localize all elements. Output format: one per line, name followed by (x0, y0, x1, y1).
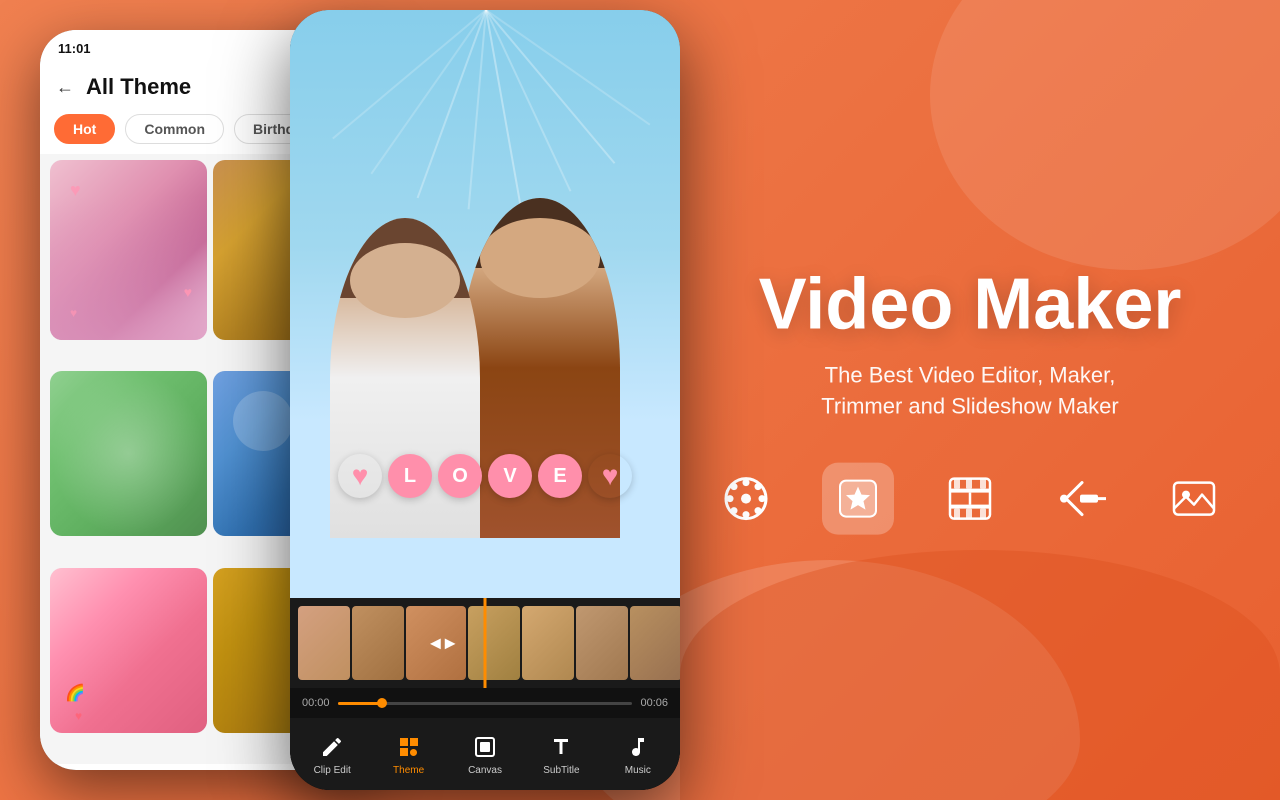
status-time: 11:01 (58, 41, 91, 56)
timeline-strip: ◀ ▶ (290, 598, 680, 688)
love-overlay: ♥ L O V E ♥ (338, 454, 632, 498)
hero-content: Video Maker The Best Video Editor, Maker… (710, 266, 1230, 535)
timeline-right-arrow[interactable]: ▶ (445, 635, 456, 652)
canvas-label: Canvas (468, 765, 502, 776)
feature-trim (1046, 462, 1118, 534)
timeline-frame-6 (576, 606, 628, 680)
tab-common[interactable]: Common (125, 114, 224, 144)
feature-icons (710, 462, 1230, 534)
love-letter-e: E (538, 454, 582, 498)
theme-item-pink-girl[interactable]: ♥ ♥ ♥ (50, 160, 207, 340)
progress-bar-area: 00:00 00:06 (290, 688, 680, 718)
timeline-frame-1 (298, 606, 350, 680)
timeline-frame-5 (522, 606, 574, 680)
theme-item-nature-girl[interactable] (50, 371, 207, 536)
tool-clip-edit[interactable]: Clip Edit (294, 733, 370, 776)
video-area: ♥ L O V E ♥ (290, 10, 680, 598)
music-icon (624, 733, 652, 761)
music-label: Music (625, 765, 651, 776)
timeline-frame-7 (630, 606, 680, 680)
clip-edit-icon (318, 733, 346, 761)
feature-photo-editor (1158, 462, 1230, 534)
phone-right: ♥ L O V E ♥ ◀ ▶ (290, 10, 680, 790)
tool-canvas[interactable]: Canvas (447, 733, 523, 776)
time-start: 00:00 (302, 697, 330, 709)
timeline-cursor (484, 598, 487, 688)
theme-item-braids-girl[interactable]: 🌈 ♥ (50, 568, 207, 733)
timeline-frame-2 (352, 606, 404, 680)
tool-subtitle[interactable]: SubTitle (523, 733, 599, 776)
clip-edit-label: Clip Edit (314, 765, 351, 776)
love-letter-l: L (388, 454, 432, 498)
bg-blob-3 (680, 550, 1280, 800)
tool-theme[interactable]: Theme (370, 733, 446, 776)
app-subtitle: The Best Video Editor, Maker, Trimmer an… (710, 361, 1230, 423)
subtitle-line1: The Best Video Editor, Maker, (825, 363, 1116, 388)
subtitle-icon (547, 733, 575, 761)
theme-icon (395, 733, 423, 761)
progress-fill (338, 702, 382, 705)
subtitle-line2: Trimmer and Slideshow Maker (821, 394, 1119, 419)
tool-music[interactable]: Music (600, 733, 676, 776)
time-end: 00:06 (640, 697, 668, 709)
theme-label: Theme (393, 765, 424, 776)
phone-right-screen: ♥ L O V E ♥ ◀ ▶ (290, 10, 680, 790)
feature-star-clip (822, 462, 894, 534)
subtitle-label: SubTitle (543, 765, 579, 776)
feature-film-cut (934, 462, 1006, 534)
canvas-icon (471, 733, 499, 761)
progress-track[interactable] (338, 702, 633, 705)
app-title: Video Maker (710, 266, 1230, 345)
bottom-toolbar: Clip Edit Theme Canvas SubTitle (290, 718, 680, 790)
timeline-left-arrow[interactable]: ◀ (430, 635, 441, 652)
love-letter-v: V (488, 454, 532, 498)
feature-video-reel (710, 462, 782, 534)
back-button[interactable]: ← (56, 77, 74, 98)
bg-blob-2 (930, 0, 1280, 270)
page-title: All Theme (86, 74, 191, 100)
love-heart-left: ♥ (338, 454, 382, 498)
couple-photo: ♥ L O V E ♥ (290, 10, 680, 598)
tab-hot[interactable]: Hot (54, 114, 115, 144)
love-letter-o: O (438, 454, 482, 498)
love-heart-right: ♥ (588, 454, 632, 498)
timeline-frame-4 (468, 606, 520, 680)
progress-dot (377, 698, 387, 708)
